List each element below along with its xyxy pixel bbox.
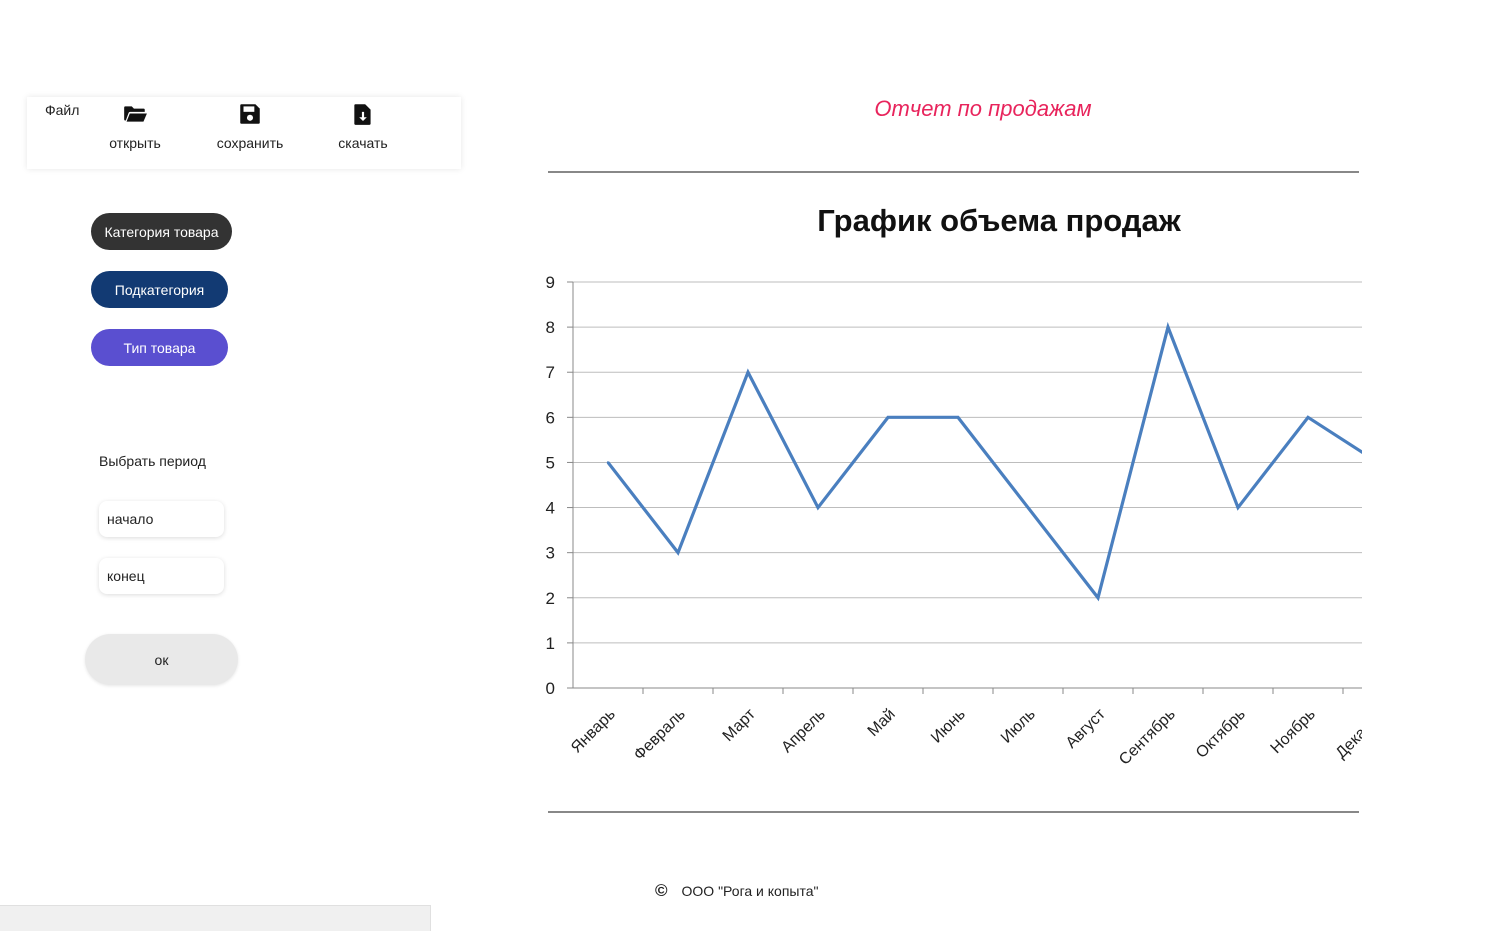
x-tick-label: Июнь [928,706,969,747]
y-tick-label: 3 [546,544,555,563]
open-label: открыть [109,135,161,151]
data-point [676,551,680,554]
subcategory-button[interactable]: Подкатегория [91,271,228,308]
file-download-icon [354,104,371,125]
data-point [1377,461,1379,463]
x-tick-label: Декабрь [1333,706,1380,762]
period-end-input[interactable] [99,558,224,594]
chart-axes [572,282,1362,689]
file-menu-label[interactable]: Файл [45,102,79,118]
x-tick-label: Апрель [778,706,828,756]
data-point [606,461,610,464]
y-tick-label: 5 [546,453,555,472]
x-tick-label: Июль [998,706,1039,747]
y-tick-label: 2 [546,589,555,608]
divider-bottom [548,811,1359,813]
copyright-icon: © [655,881,668,900]
company-name: ООО "Рога и копыта" [681,882,819,899]
x-tick-label: Май [865,706,899,740]
period-start-input[interactable] [99,501,224,537]
save-label: сохранить [216,135,284,151]
x-tick-label: Январь [568,706,619,757]
floppy-disk-icon [240,104,260,124]
y-axis-ticks: 0 1 2 3 4 5 6 7 8 9 [546,273,573,698]
y-tick-label: 0 [546,679,555,698]
data-point [1306,416,1310,419]
data-point [1096,596,1100,599]
report-title: Отчет по продажам [874,96,1092,121]
data-point [1236,506,1240,509]
y-tick-label: 7 [546,363,555,382]
download-button[interactable]: скачать [318,101,408,151]
y-tick-label: 6 [546,408,555,427]
folder-open-icon [124,106,147,122]
data-point [746,371,750,374]
sales-chart: График объема продаж 0 1 2 3 4 5 6 7 8 9 Январь Фе… [546,203,1380,769]
data-point [1166,325,1170,329]
x-axis-ticks: Январь Февраль Март Апрель Май Июнь Июль Август… [568,688,1380,769]
y-tick-label: 4 [546,499,555,518]
data-point [1026,506,1030,509]
bottom-scroll-panel [0,905,431,931]
category-button[interactable]: Категория товара [91,213,232,250]
product-type-button[interactable]: Тип товара [91,329,228,366]
x-tick-label: Август [1063,705,1110,752]
x-tick-label: Октябрь [1193,706,1249,762]
x-tick-label: Март [720,705,760,745]
ok-button[interactable]: ок [85,634,238,685]
download-label: скачать [338,135,388,151]
period-label: Выбрать период [99,453,206,469]
save-button[interactable]: сохранить [205,101,295,151]
x-tick-label: Ноябрь [1268,706,1319,757]
footer: © ООО "Рога и копыта" [655,882,818,899]
x-tick-label: Февраль [631,706,689,764]
y-tick-label: 9 [546,273,555,292]
file-toolbar: Файл открыть сохранить скачать [27,97,461,169]
divider-top [548,171,1359,173]
x-tick-label: Сентябрь [1116,706,1179,769]
data-point [886,416,890,419]
y-tick-label: 8 [546,318,555,337]
data-point [956,416,960,419]
open-button[interactable]: открыть [90,101,180,151]
y-tick-label: 1 [546,634,555,653]
chart-gridlines [573,281,1362,644]
data-point [816,506,820,509]
chart-title: График объема продаж [817,203,1181,238]
